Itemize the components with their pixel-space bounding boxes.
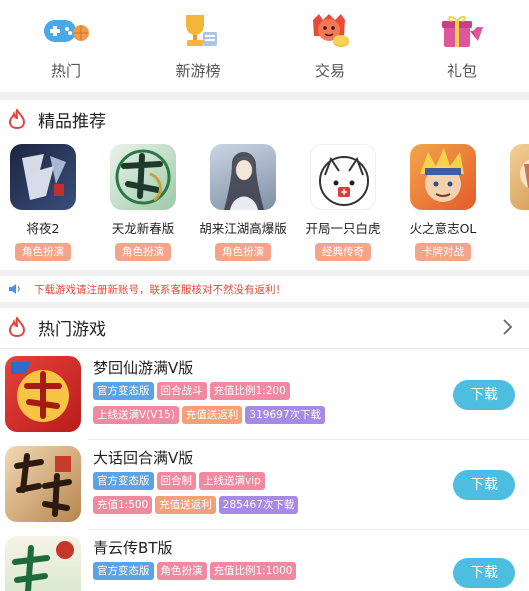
game-icon	[510, 144, 529, 210]
tag: 官方变态版	[93, 472, 154, 490]
section-divider	[0, 92, 529, 100]
game-icon	[110, 144, 176, 210]
genre-tag: 卡牌对战	[415, 243, 471, 261]
section-divider	[0, 302, 529, 308]
nav-item-hot[interactable]: 热门	[0, 0, 132, 92]
game-icon	[310, 144, 376, 210]
nav-label-trade: 交易	[314, 62, 345, 80]
tag: 充值比例1:1000	[209, 562, 297, 580]
genre-tag: 角色扮演	[15, 243, 71, 261]
tag-row: 官方变态版 角色扮演 充值比例1:1000	[93, 562, 297, 580]
tag: 回合制	[156, 472, 196, 490]
tag: 上线送满V(V15)	[93, 406, 179, 424]
featured-item[interactable]: 胡来江湖高爆版 角色扮演	[193, 144, 293, 261]
featured-item-name: 将夜2	[26, 221, 60, 236]
game-icon	[5, 536, 81, 591]
featured-item[interactable]: 将夜2 角色扮演	[0, 144, 93, 261]
game-list-item[interactable]: 梦回仙游满V版 官方变态版 回合战斗 充值比例1:200 上线送满V(V15) …	[0, 350, 529, 438]
game-icon	[10, 144, 76, 210]
featured-title: 精品推荐	[38, 111, 106, 132]
tag-row: 官方变态版 回合战斗 充值比例1:200	[93, 382, 290, 400]
nav-item-trade[interactable]: 交易	[264, 0, 396, 92]
divider-line	[0, 348, 529, 349]
tag-row: 上线送满V(V15) 充值送返利 319697次下载	[93, 406, 326, 424]
tag: 充值送返利	[155, 496, 216, 514]
tag: 285467次下载	[218, 496, 299, 514]
speaker-icon	[9, 284, 20, 294]
notice-bar: 下载游戏请注册新账号，联系客服核对不然没有返利！	[0, 276, 529, 302]
genre-tag: 角色扮演	[215, 243, 271, 261]
genre-tag: 经典传奇	[315, 243, 371, 261]
featured-item-name: 天龙新春版	[111, 221, 175, 236]
game-name: 大话回合满V版	[93, 449, 194, 467]
game-icon	[410, 144, 476, 210]
featured-list: 将夜2 角色扮演 天龙新春版 角色扮演 胡来江湖高爆版 角色扮演 开局一只白虎 …	[0, 144, 529, 268]
tag-row: 充值1:500 充值送返利 285467次下载	[93, 496, 299, 514]
trophy-icon	[175, 12, 221, 50]
featured-item[interactable]: 火之意志OL 卡牌对战	[393, 144, 493, 261]
download-button[interactable]: 下载	[453, 470, 515, 500]
game-list-item[interactable]: 青云传BT版 官方变态版 角色扮演 充值比例1:1000 下载	[0, 530, 529, 591]
top-nav: 热门 新游榜 交易 礼包	[0, 0, 529, 92]
game-icon	[5, 446, 81, 522]
nav-item-new-rank[interactable]: 新游榜	[132, 0, 264, 92]
featured-item[interactable]: 开局一只白虎 经典传奇	[293, 144, 393, 261]
game-name: 梦回仙游满V版	[93, 359, 194, 377]
game-icon	[210, 144, 276, 210]
download-button[interactable]: 下载	[453, 380, 515, 410]
notice-text: 下载游戏请注册新账号，联系客服核对不然没有返利！	[34, 283, 286, 296]
featured-item-name: 开局一只白虎	[305, 221, 381, 236]
tag-row: 官方变态版 回合制 上线送满vip	[93, 472, 265, 490]
featured-item-name: 胡来江湖高爆版	[199, 221, 287, 236]
nav-label-hot: 热门	[50, 62, 81, 80]
trade-icon	[307, 12, 353, 50]
nav-label-gift: 礼包	[446, 62, 477, 80]
game-list-item[interactable]: 大话回合满V版 官方变态版 回合制 上线送满vip 充值1:500 充值送返利 …	[0, 440, 529, 528]
chevron-right-icon[interactable]	[501, 317, 513, 337]
download-button[interactable]: 下载	[453, 558, 515, 588]
flame-icon	[8, 109, 26, 129]
gift-icon	[439, 12, 485, 50]
tag: 上线送满vip	[199, 472, 265, 490]
featured-item[interactable]: 诸 角	[493, 144, 529, 261]
hot-games-title: 热门游戏	[38, 319, 106, 340]
tag: 充值比例1:200	[209, 382, 290, 400]
flame-icon	[8, 317, 26, 337]
featured-item[interactable]: 天龙新春版 角色扮演	[93, 144, 193, 261]
game-name: 青云传BT版	[93, 539, 173, 557]
tag: 回合战斗	[156, 382, 207, 400]
hot-games-header[interactable]: 热门游戏	[0, 309, 529, 345]
tag: 319697次下载	[245, 406, 326, 424]
nav-label-new-rank: 新游榜	[175, 62, 221, 80]
tag: 充值1:500	[93, 496, 153, 514]
genre-tag: 角色扮演	[115, 243, 171, 261]
tag: 官方变态版	[93, 562, 154, 580]
tag: 充值送返利	[181, 406, 243, 424]
tag: 官方变态版	[93, 382, 154, 400]
tag: 角色扮演	[156, 562, 207, 580]
nav-item-gift[interactable]: 礼包	[396, 0, 528, 92]
game-icon	[5, 356, 81, 432]
featured-header: 精品推荐	[0, 101, 529, 137]
gamepad-icon	[43, 12, 89, 50]
featured-item-name: 火之意志OL	[409, 221, 477, 236]
